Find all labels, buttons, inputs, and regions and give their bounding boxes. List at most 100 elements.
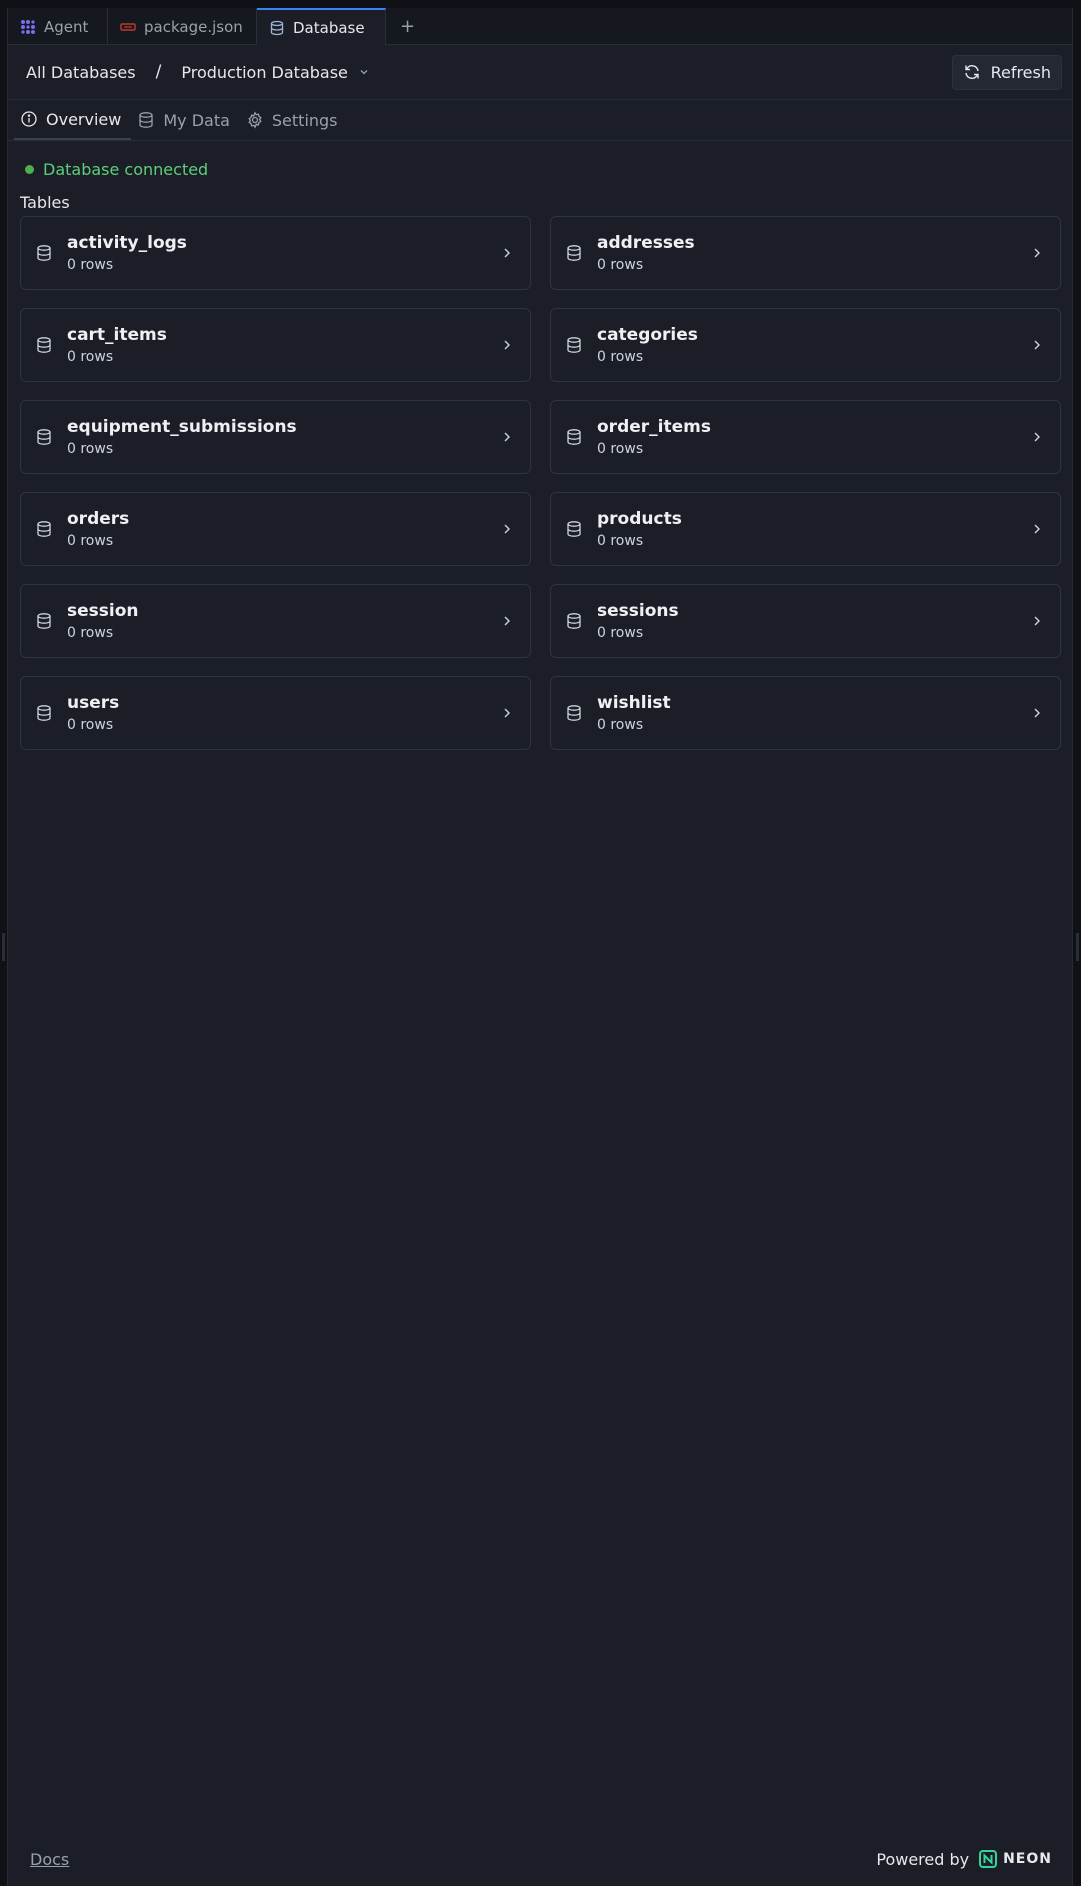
chevron-right-icon <box>504 524 510 534</box>
database-icon <box>269 20 285 36</box>
left-resize-handle[interactable] <box>2 933 5 961</box>
agent-icon <box>20 19 36 35</box>
table-card[interactable]: equipment_submissions 0 rows <box>20 400 531 474</box>
right-resize-handle[interactable] <box>1076 933 1079 961</box>
powered-by: Powered by NEON <box>876 1850 1052 1869</box>
refresh-label: Refresh <box>990 62 1051 82</box>
status-dot <box>25 164 34 174</box>
section-tabs: Overview My Data Settings <box>8 100 1072 141</box>
chevron-right-icon <box>504 340 510 350</box>
table-name: equipment_submissions <box>67 417 297 437</box>
database-icon <box>35 612 53 630</box>
breadcrumb-separator: / <box>155 62 162 82</box>
tab-overview[interactable]: Overview <box>14 100 132 140</box>
chevron-right-icon <box>504 432 510 442</box>
refresh-icon <box>964 65 979 79</box>
database-icon <box>35 520 53 538</box>
tab-label: My Data <box>163 110 230 130</box>
table-name: products <box>597 509 682 529</box>
table-row-count: 0 rows <box>597 349 644 365</box>
overview-content: Database connected Tables activity_logs 0… <box>8 141 1072 750</box>
table-card-text: activity_logs 0 rows <box>67 233 187 273</box>
chevron-right-icon <box>504 616 510 626</box>
breadcrumb: All Databases / Production Database <box>26 62 370 82</box>
chevron-right-icon <box>1034 708 1040 718</box>
table-name: cart_items <box>67 325 167 345</box>
tab-package-json[interactable]: package.json <box>108 8 257 45</box>
tables-grid: activity_logs 0 rows addresses 0 rows cart_i… <box>20 216 1061 750</box>
database-icon <box>35 336 53 354</box>
breadcrumb-all-databases[interactable]: All Databases <box>26 63 136 82</box>
table-row-count: 0 rows <box>597 717 644 733</box>
table-card-text: equipment_submissions 0 rows <box>67 417 297 457</box>
table-card-text: users 0 rows <box>67 693 119 733</box>
table-row-count: 0 rows <box>67 441 114 457</box>
table-card[interactable]: users 0 rows <box>20 676 531 750</box>
database-icon <box>565 704 583 722</box>
connection-status: Database connected <box>20 159 1060 179</box>
breadcrumb-header: All Databases / Production Database Refr… <box>8 45 1072 100</box>
chevron-down-icon <box>360 70 368 75</box>
table-card-text: products 0 rows <box>597 509 682 549</box>
database-icon <box>35 428 53 446</box>
tab-my-data[interactable]: My Data <box>131 100 240 140</box>
table-card-text: addresses 0 rows <box>597 233 695 273</box>
table-name: orders <box>67 509 130 529</box>
new-tab-button[interactable]: + <box>386 8 429 44</box>
table-card-text: session 0 rows <box>67 601 139 641</box>
neon-mark-icon <box>979 1850 998 1868</box>
tab-database[interactable]: Database <box>257 8 386 45</box>
json-file-icon <box>120 19 136 35</box>
footer: Docs Powered by NEON <box>8 1832 1072 1886</box>
table-card[interactable]: session 0 rows <box>20 584 531 658</box>
table-row-count: 0 rows <box>67 349 114 365</box>
table-card[interactable]: order_items 0 rows <box>550 400 1061 474</box>
breadcrumb-current: Production Database <box>181 62 348 82</box>
table-card[interactable]: wishlist 0 rows <box>550 676 1061 750</box>
table-card[interactable]: categories 0 rows <box>550 308 1061 382</box>
table-row-count: 0 rows <box>597 257 644 273</box>
status-text: Database connected <box>43 159 209 179</box>
table-card[interactable]: orders 0 rows <box>20 492 531 566</box>
table-card-text: wishlist 0 rows <box>597 693 671 733</box>
table-row-count: 0 rows <box>597 533 644 549</box>
table-card[interactable]: addresses 0 rows <box>550 216 1061 290</box>
chevron-right-icon <box>504 708 510 718</box>
plus-icon: + <box>400 15 416 37</box>
refresh-button[interactable]: Refresh <box>951 54 1062 90</box>
table-card-text: orders 0 rows <box>67 509 129 549</box>
neon-logo[interactable]: NEON <box>979 1850 1052 1868</box>
tab-bar: Agent package.json Database + <box>8 8 1072 45</box>
table-card[interactable]: cart_items 0 rows <box>20 308 531 382</box>
tables-heading: Tables <box>20 193 70 212</box>
database-icon <box>35 244 53 262</box>
table-name: order_items <box>597 417 711 437</box>
database-icon <box>565 244 583 262</box>
database-selector[interactable]: Production Database <box>181 63 370 82</box>
table-card[interactable]: activity_logs 0 rows <box>20 216 531 290</box>
tab-settings[interactable]: Settings <box>240 100 348 140</box>
neon-brand-text: NEON <box>1003 1851 1052 1867</box>
table-name: addresses <box>597 233 695 253</box>
table-card-text: order_items 0 rows <box>597 417 711 457</box>
table-row-count: 0 rows <box>597 441 644 457</box>
table-card[interactable]: products 0 rows <box>550 492 1061 566</box>
chevron-right-icon <box>1034 616 1040 626</box>
table-card-text: cart_items 0 rows <box>67 325 167 365</box>
tab-label: Database <box>293 18 365 37</box>
database-icon <box>139 112 153 128</box>
chevron-right-icon <box>504 248 510 258</box>
tab-agent[interactable]: Agent <box>8 8 108 45</box>
table-name: session <box>67 601 139 621</box>
table-name: users <box>67 693 120 713</box>
chevron-right-icon <box>1034 432 1040 442</box>
database-icon <box>565 428 583 446</box>
docs-link[interactable]: Docs <box>30 1850 69 1869</box>
tab-label: Agent <box>44 17 89 36</box>
table-card[interactable]: sessions 0 rows <box>550 584 1061 658</box>
database-icon <box>565 612 583 630</box>
chevron-right-icon <box>1034 248 1040 258</box>
database-icon <box>35 704 53 722</box>
table-card-text: categories 0 rows <box>597 325 698 365</box>
table-row-count: 0 rows <box>67 533 114 549</box>
